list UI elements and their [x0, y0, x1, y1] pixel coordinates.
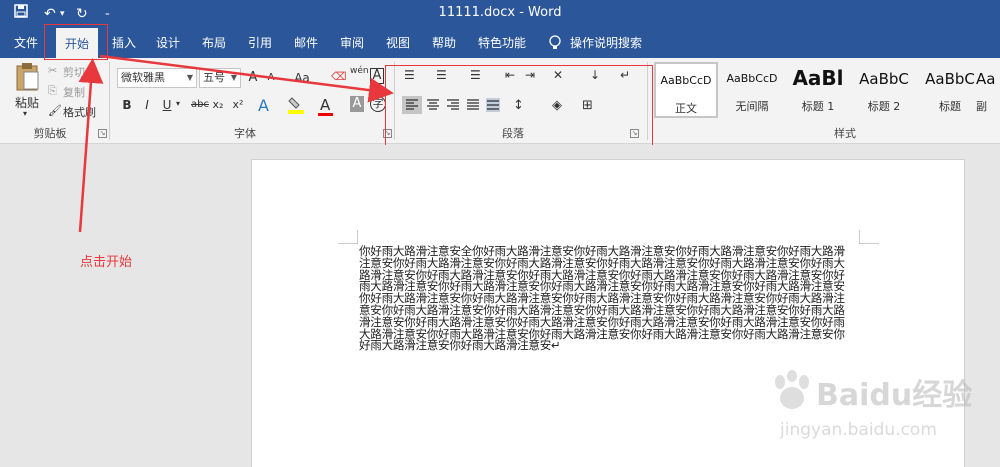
- style-sample: Aa: [976, 70, 996, 88]
- paw-logo-icon: [775, 370, 809, 409]
- font-color-icon[interactable]: A: [320, 96, 330, 114]
- text-effects-icon[interactable]: A: [258, 96, 269, 115]
- lightbulb-icon[interactable]: [548, 35, 562, 51]
- copy-icon[interactable]: ⎘: [48, 84, 57, 98]
- bold-button[interactable]: B: [120, 96, 134, 114]
- style-heading-2[interactable]: AaBbC 标题 2: [852, 62, 916, 118]
- char-border-icon[interactable]: A: [370, 68, 384, 84]
- font-size-select[interactable]: 五号 ▼: [199, 68, 241, 88]
- styles-group-label: 样式: [834, 127, 856, 140]
- format-painter-button[interactable]: 格式刷: [63, 104, 96, 120]
- tab-mailings[interactable]: 邮件: [288, 28, 324, 58]
- style-sample: AaBbCcD: [660, 74, 712, 87]
- char-shading-icon[interactable]: A: [350, 96, 364, 112]
- chevron-down-icon: ▼: [186, 73, 193, 82]
- style-name: 标题 2: [867, 100, 901, 113]
- tab-file[interactable]: 文件: [8, 28, 44, 58]
- style-no-spacing[interactable]: AaBbCcD 无间隔: [720, 62, 784, 118]
- style-sample: AaBl: [792, 66, 844, 90]
- tell-me-search[interactable]: 操作说明搜索: [568, 28, 644, 58]
- shrink-font-button[interactable]: A: [264, 69, 278, 87]
- style-name: 正文: [675, 102, 697, 115]
- styles-gallery[interactable]: AaBbCcD 正文 AaBbCcD 无间隔 AaBl 标题 1 AaBbC 标…: [654, 62, 1000, 120]
- paste-dropdown-icon[interactable]: ▾: [23, 109, 27, 118]
- paste-icon[interactable]: [14, 62, 40, 96]
- style-sample: AaBbCcD: [726, 72, 778, 85]
- watermark-url: jingyan.baidu.com: [780, 420, 937, 440]
- divider: [109, 62, 110, 140]
- tab-design[interactable]: 设计: [150, 28, 186, 58]
- tab-insert[interactable]: 插入: [106, 28, 142, 58]
- baidu-watermark: Baidu经验 jingyan.baidu.com: [760, 360, 972, 450]
- style-title[interactable]: AaBbC 标题: [918, 62, 982, 118]
- style-name: 副: [976, 100, 987, 113]
- title-bar: ↶ ▾ ↻ ₌ 11111.docx - Word: [0, 0, 1000, 28]
- style-sample: AaBbC: [925, 70, 975, 88]
- ribbon: 粘贴 ▾ ✂ 剪切 ⎘ 复制 🖌 格式刷 剪贴板 ↘ 微软雅黑 ▼ 五号 ▼ A…: [0, 58, 1000, 155]
- highlight-icon[interactable]: [288, 96, 304, 118]
- phonetic-guide-button[interactable]: wén: [350, 66, 369, 76]
- cut-button[interactable]: 剪切: [63, 64, 85, 80]
- font-family-select[interactable]: 微软雅黑 ▼: [117, 68, 197, 88]
- clipboard-launcher-icon[interactable]: ↘: [98, 129, 107, 138]
- font-group-label: 字体: [234, 127, 256, 140]
- italic-button[interactable]: I: [140, 96, 154, 114]
- chevron-down-icon: ▼: [230, 73, 237, 82]
- strikethrough-button[interactable]: abc: [189, 96, 211, 114]
- underline-dropdown-icon[interactable]: ▾: [176, 99, 180, 108]
- superscript-button[interactable]: x²: [231, 96, 245, 114]
- font-size-value: 五号: [203, 71, 225, 84]
- window-title: 11111.docx - Word: [438, 5, 562, 20]
- style-name: 标题 1: [801, 100, 835, 113]
- copy-button[interactable]: 复制: [63, 84, 85, 100]
- style-normal[interactable]: AaBbCcD 正文: [654, 62, 718, 118]
- ribbon-tabs: 文件 开始 插入 设计 布局 引用 邮件 审阅 视图 帮助 特色功能 操作说明搜…: [0, 28, 1000, 58]
- style-heading-1[interactable]: AaBl 标题 1: [786, 62, 850, 118]
- scissors-icon[interactable]: ✂: [48, 64, 57, 77]
- tab-references[interactable]: 引用: [242, 28, 278, 58]
- watermark-brand: Baidu经验: [816, 378, 973, 413]
- underline-button[interactable]: U: [160, 96, 174, 114]
- clipboard-group-label: 剪贴板: [33, 127, 67, 140]
- home-tab-highlight-box: [44, 24, 108, 60]
- style-name: 标题: [939, 100, 961, 113]
- document-body-text[interactable]: 你好雨大路滑注意安全你好雨大路滑注意安你好雨大路滑注意安你好雨大路滑注意安你好雨…: [359, 245, 851, 352]
- style-sample: AaBbC: [859, 70, 909, 88]
- margin-corner-mark: [859, 230, 879, 244]
- margin-corner-mark: [338, 230, 358, 244]
- style-subtitle[interactable]: Aa 副: [976, 62, 1000, 118]
- tab-review[interactable]: 审阅: [334, 28, 370, 58]
- tab-help[interactable]: 帮助: [426, 28, 462, 58]
- paragraph-highlight-box: [385, 65, 653, 155]
- tab-view[interactable]: 视图: [380, 28, 416, 58]
- font-color-swatch: [318, 113, 333, 116]
- annotation-label: 点击开始: [80, 255, 133, 270]
- tab-layout[interactable]: 布局: [196, 28, 232, 58]
- grow-font-button[interactable]: A: [246, 69, 260, 87]
- clear-format-icon[interactable]: ⌫: [331, 70, 347, 83]
- enclose-char-icon[interactable]: 字: [370, 96, 386, 112]
- tab-features[interactable]: 特色功能: [476, 28, 528, 58]
- change-case-button[interactable]: Aa: [291, 69, 313, 87]
- font-family-value: 微软雅黑: [121, 71, 165, 84]
- subscript-button[interactable]: x₂: [211, 96, 225, 114]
- format-painter-icon[interactable]: 🖌: [48, 104, 62, 117]
- style-name: 无间隔: [735, 100, 769, 113]
